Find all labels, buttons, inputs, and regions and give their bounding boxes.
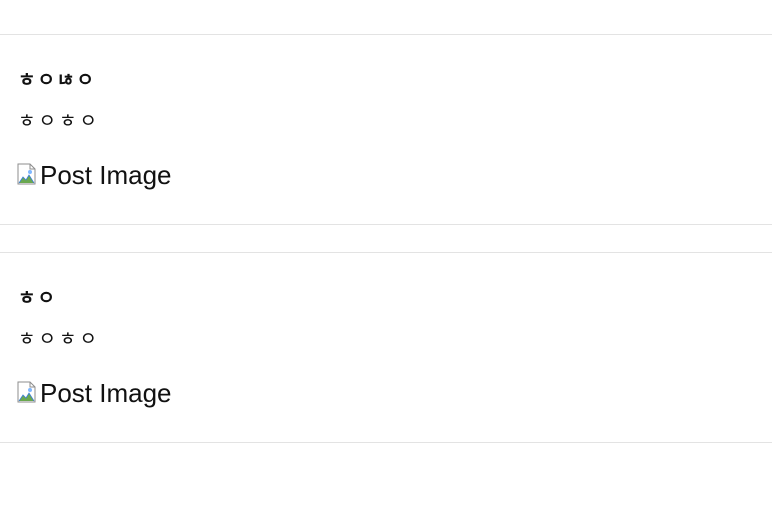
post-card-2: ㅎㅇ ㅎㅇㅎㅇ Post Image: [0, 253, 772, 442]
post-image-alt-text: Post Image: [40, 160, 172, 190]
broken-image-icon: [17, 381, 36, 403]
post-divider-bottom: [0, 442, 772, 443]
post-image-alt-text: Post Image: [40, 378, 172, 408]
post-feed-page: ㅎㅇㄶㅇ ㅎㅇㅎㅇ Post Image ㅎㅇ ㅎㅇㅎㅇ Post Image: [0, 0, 772, 523]
post-image: Post Image: [15, 377, 172, 409]
post-divider-middle-1: [0, 224, 772, 225]
post-title: ㅎㅇㄶㅇ: [18, 69, 96, 91]
post-image: Post Image: [15, 159, 172, 191]
post-card-1: ㅎㅇㄶㅇ ㅎㅇㅎㅇ Post Image: [0, 35, 772, 224]
post-title: ㅎㅇ: [18, 287, 57, 309]
post-content: ㅎㅇㅎㅇ: [18, 110, 100, 132]
post-content: ㅎㅇㅎㅇ: [18, 328, 100, 350]
broken-image-icon: [17, 163, 36, 185]
